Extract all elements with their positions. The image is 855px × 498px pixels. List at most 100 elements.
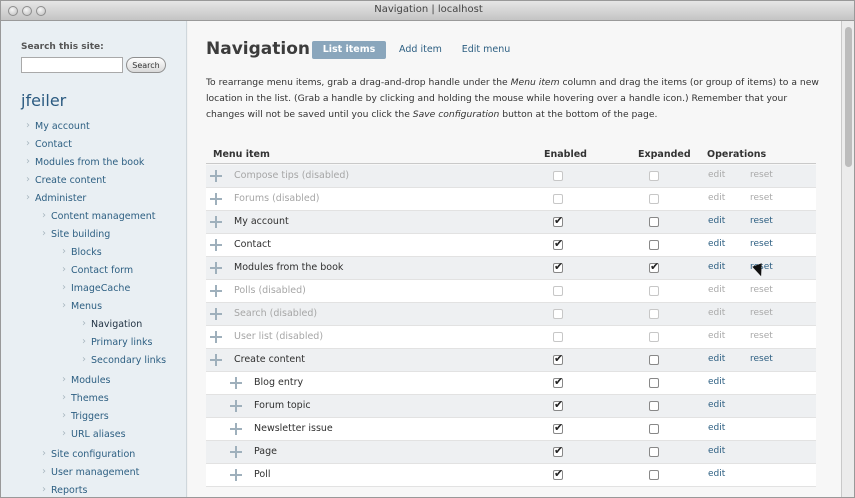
reset-link[interactable]: reset [750, 216, 773, 226]
sidebar-item-modules[interactable]: Modules [62, 374, 110, 386]
reset-link[interactable]: reset [750, 331, 773, 341]
sidebar-item-contact-form[interactable]: Contact form [62, 264, 133, 276]
drag-handle-icon[interactable] [210, 285, 222, 297]
drag-handle-icon[interactable] [230, 377, 242, 389]
edit-link[interactable]: edit [708, 469, 725, 479]
sidebar-item-url-aliases[interactable]: URL aliases [62, 428, 125, 440]
edit-link[interactable]: edit [708, 331, 725, 341]
scrollbar-thumb[interactable] [845, 27, 852, 167]
sidebar-item-navigation[interactable]: Navigation [82, 318, 142, 330]
edit-link[interactable]: edit [708, 377, 725, 387]
expanded-checkbox[interactable] [649, 470, 659, 480]
search-input[interactable] [21, 57, 123, 73]
sidebar-item-administer[interactable]: Administer [26, 192, 86, 204]
expanded-checkbox[interactable] [649, 378, 659, 388]
reset-link[interactable]: reset [750, 308, 773, 318]
edit-link[interactable]: edit [708, 216, 725, 226]
sidebar-item-blocks[interactable]: Blocks [62, 246, 102, 258]
sidebar-item-modules-from-the-book[interactable]: Modules from the book [26, 156, 144, 168]
menu-item-link[interactable]: Page [254, 446, 277, 457]
drag-handle-icon[interactable] [210, 193, 222, 205]
expanded-checkbox[interactable] [649, 240, 659, 250]
edit-link[interactable]: edit [708, 193, 725, 203]
reset-link[interactable]: reset [750, 239, 773, 249]
enabled-checkbox[interactable] [553, 421, 563, 434]
drag-handle-icon[interactable] [210, 170, 222, 182]
menu-item-link[interactable]: Modules from the book [234, 262, 343, 273]
drag-handle-icon[interactable] [230, 423, 242, 435]
expanded-checkbox[interactable] [649, 332, 659, 342]
sidebar-item-site-configuration[interactable]: Site configuration [42, 448, 135, 460]
enabled-checkbox[interactable] [553, 260, 563, 273]
edit-link[interactable]: edit [708, 400, 725, 410]
drag-handle-icon[interactable] [210, 262, 222, 274]
menu-item-link[interactable]: Forum topic [254, 400, 311, 411]
menu-item-link[interactable]: Forums (disabled) [234, 193, 320, 204]
drag-handle-icon[interactable] [230, 400, 242, 412]
enabled-checkbox[interactable] [553, 194, 563, 204]
sidebar-item-imagecache[interactable]: ImageCache [62, 282, 130, 294]
enabled-checkbox[interactable] [553, 286, 563, 296]
enabled-checkbox[interactable] [553, 444, 563, 457]
drag-handle-icon[interactable] [210, 331, 222, 343]
expanded-checkbox[interactable] [649, 260, 659, 273]
sidebar-item-my-account[interactable]: My account [26, 120, 90, 132]
expanded-checkbox[interactable] [649, 355, 659, 365]
sidebar-item-contact[interactable]: Contact [26, 138, 72, 150]
reset-link[interactable]: reset [750, 354, 773, 364]
menu-item-link[interactable]: Newsletter issue [254, 423, 333, 434]
edit-link[interactable]: edit [708, 262, 725, 272]
edit-link[interactable]: edit [708, 239, 725, 249]
tab-add-item[interactable]: Add item [398, 41, 443, 59]
edit-link[interactable]: edit [708, 308, 725, 318]
expanded-checkbox[interactable] [649, 401, 659, 411]
edit-link[interactable]: edit [708, 354, 725, 364]
enabled-checkbox[interactable] [553, 171, 563, 181]
tab-edit-menu[interactable]: Edit menu [458, 41, 514, 59]
sidebar-item-secondary-links[interactable]: Secondary links [82, 354, 166, 366]
menu-item-link[interactable]: Compose tips (disabled) [234, 170, 349, 181]
sidebar-item-user-management[interactable]: User management [42, 466, 139, 478]
enabled-checkbox[interactable] [553, 309, 563, 319]
enabled-checkbox[interactable] [553, 467, 563, 480]
enabled-checkbox[interactable] [553, 332, 563, 342]
edit-link[interactable]: edit [708, 446, 725, 456]
expanded-checkbox[interactable] [649, 424, 659, 434]
expanded-checkbox[interactable] [649, 171, 659, 181]
sidebar-item-site-building[interactable]: Site building [42, 228, 110, 240]
page-scrollbar[interactable] [841, 21, 854, 497]
menu-item-link[interactable]: Create content [234, 354, 305, 365]
menu-item-link[interactable]: Poll [254, 469, 270, 480]
edit-link[interactable]: edit [708, 170, 725, 180]
sidebar-item-reports[interactable]: Reports [42, 484, 88, 496]
sidebar-item-create-content[interactable]: Create content [26, 174, 106, 186]
drag-handle-icon[interactable] [230, 469, 242, 481]
sidebar-item-triggers[interactable]: Triggers [62, 410, 109, 422]
enabled-checkbox[interactable] [553, 214, 563, 227]
expanded-checkbox[interactable] [649, 217, 659, 227]
enabled-checkbox[interactable] [553, 237, 563, 250]
expanded-checkbox[interactable] [649, 286, 659, 296]
expanded-checkbox[interactable] [649, 447, 659, 457]
menu-item-link[interactable]: Polls (disabled) [234, 285, 306, 296]
expanded-checkbox[interactable] [649, 309, 659, 319]
menu-item-link[interactable]: Search (disabled) [234, 308, 317, 319]
drag-handle-icon[interactable] [210, 308, 222, 320]
menu-item-link[interactable]: My account [234, 216, 289, 227]
sidebar-item-primary-links[interactable]: Primary links [82, 336, 153, 348]
enabled-checkbox[interactable] [553, 398, 563, 411]
reset-link[interactable]: reset [750, 170, 773, 180]
expanded-checkbox[interactable] [649, 194, 659, 204]
tab-list-items[interactable]: List items [312, 41, 386, 59]
drag-handle-icon[interactable] [210, 216, 222, 228]
enabled-checkbox[interactable] [553, 352, 563, 365]
sidebar-item-content-management[interactable]: Content management [42, 210, 155, 222]
sidebar-item-menus[interactable]: Menus [62, 300, 102, 312]
menu-item-link[interactable]: User list (disabled) [234, 331, 323, 342]
sidebar-item-themes[interactable]: Themes [62, 392, 109, 404]
edit-link[interactable]: edit [708, 423, 725, 433]
search-button[interactable]: Search [126, 57, 166, 73]
edit-link[interactable]: edit [708, 285, 725, 295]
drag-handle-icon[interactable] [210, 239, 222, 251]
drag-handle-icon[interactable] [210, 354, 222, 366]
